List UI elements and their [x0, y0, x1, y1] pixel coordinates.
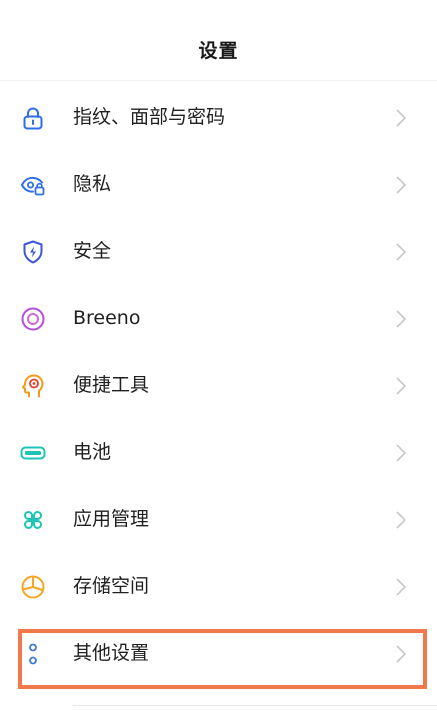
chevron-right-icon [396, 444, 407, 462]
storage-pie-icon [21, 575, 45, 599]
settings-list: 指纹、面部与密码 隐私 安全 Breeno 便捷工具 电池 应用管理 存储空间 … [0, 84, 437, 687]
header: 设置 [0, 0, 437, 81]
more-dots-icon [29, 643, 37, 665]
settings-item-fingerprint-face-password[interactable]: 指纹、面部与密码 [0, 84, 437, 151]
shield-bolt-icon [23, 240, 43, 264]
head-gear-icon [22, 374, 44, 398]
chevron-right-icon [396, 645, 407, 663]
settings-item-privacy[interactable]: 隐私 [0, 151, 437, 218]
settings-item-breeno[interactable]: Breeno [0, 285, 437, 352]
settings-item-label: 指纹、面部与密码 [73, 106, 226, 128]
divider [73, 705, 437, 706]
settings-screen: 设置 指纹、面部与密码 隐私 安全 Breeno 便捷工具 电池 应用管理 存储… [0, 0, 437, 710]
settings-item-other-settings[interactable]: 其他设置 [0, 620, 437, 687]
chevron-right-icon [396, 511, 407, 529]
lock-icon [23, 107, 43, 130]
settings-item-label: Breeno [73, 307, 141, 329]
settings-item-label: 电池 [73, 441, 112, 463]
settings-item-storage[interactable]: 存储空间 [0, 553, 437, 620]
settings-item-label: 存储空间 [73, 575, 150, 597]
settings-item-label: 应用管理 [73, 508, 150, 530]
chevron-right-icon [396, 109, 407, 127]
settings-item-label: 隐私 [73, 173, 112, 195]
chevron-right-icon [396, 578, 407, 596]
apps-grid-icon [24, 511, 42, 529]
settings-item-label: 便捷工具 [73, 374, 150, 396]
chevron-right-icon [396, 377, 407, 395]
chevron-right-icon [396, 310, 407, 328]
breeno-ring-icon [21, 307, 45, 331]
settings-item-security[interactable]: 安全 [0, 218, 437, 285]
settings-item-battery[interactable]: 电池 [0, 419, 437, 486]
settings-item-label: 其他设置 [73, 642, 150, 664]
settings-item-convenience-tools[interactable]: 便捷工具 [0, 352, 437, 419]
settings-item-app-management[interactable]: 应用管理 [0, 486, 437, 553]
battery-icon [20, 446, 46, 460]
chevron-right-icon [396, 243, 407, 261]
chevron-right-icon [396, 176, 407, 194]
privacy-eye-lock-icon [21, 176, 45, 196]
settings-item-label: 安全 [73, 240, 112, 262]
page-title: 设置 [198, 40, 239, 62]
